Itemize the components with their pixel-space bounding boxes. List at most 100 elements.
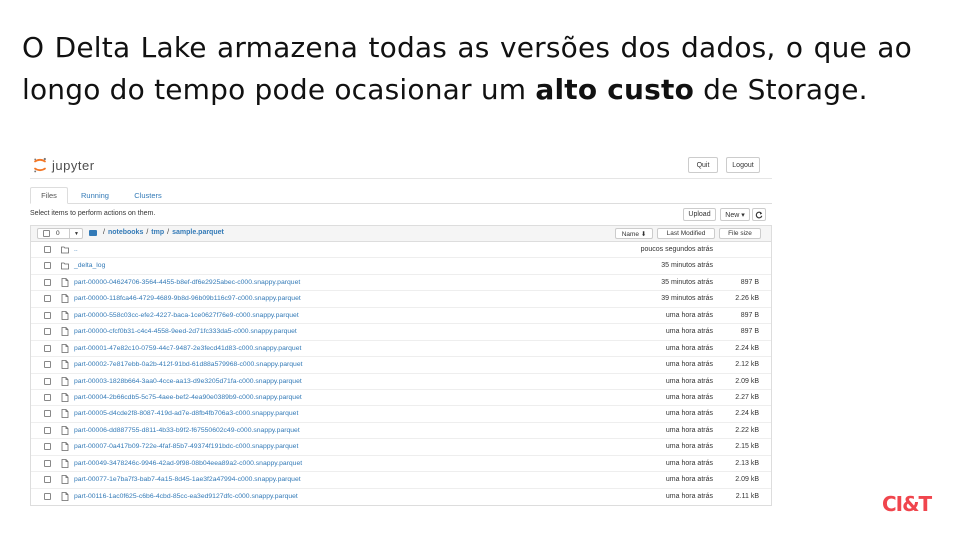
list-item[interactable]: part-00116-1ac0f625-c6b6-4cbd-85cc-ea3ed… [31,489,771,505]
header-divider [30,178,772,179]
list-item[interactable]: part-00000-04624706-3564-4455-b8ef-df6e2… [31,275,771,292]
row-checkbox[interactable] [44,410,51,418]
folder-icon[interactable] [89,229,97,236]
file-size: 2.15 kB [735,443,759,451]
row-checkbox[interactable] [44,246,51,253]
row-checkbox[interactable] [44,459,51,467]
file-icon [61,327,69,337]
file-modified: uma hora atrás [665,443,713,451]
row-checkbox[interactable] [44,328,51,336]
file-name-link[interactable]: .. [74,242,78,258]
file-name-link[interactable]: part-00000-cfcf0b31-c4c4-4558-9eed-2d71f… [74,324,297,340]
file-icon [61,343,69,353]
sort-by-size-button[interactable]: File size [719,228,761,239]
row-checkbox[interactable] [44,492,51,500]
jupyter-screenshot: jupyter Quit Logout Files Running Cluste… [30,152,772,512]
list-item[interactable]: part-00006-dd887755-d811-4b33-b9f2-f6755… [31,423,771,440]
file-icon [61,360,69,369]
row-checkbox[interactable] [44,344,51,352]
select-all-checkbox[interactable] [43,230,50,237]
file-name-link[interactable]: part-00002-7e817ebb-0a2b-412f-91bd-61d88… [74,357,303,373]
select-hint: Select items to perform actions on them. [30,210,156,217]
file-size: 2.12 kB [735,361,759,369]
sort-by-modified-button[interactable]: Last Modified [657,228,715,239]
breadcrumb-notebooks[interactable]: notebooks [108,229,143,236]
file-name-link[interactable]: part-00000-558c03cc-efe2-4227-baca-1ce06… [74,308,299,324]
jupyter-header: jupyter Quit Logout [30,152,772,178]
list-item[interactable]: part-00001-47e82c10-0759-44c7-9487-2e3fe… [31,341,771,358]
file-name-link[interactable]: part-00116-1ac0f625-c6b6-4cbd-85cc-ea3ed… [74,489,298,505]
list-item[interactable]: part-00049-3478246c-9946-42ad-9f98-08b04… [31,456,771,473]
jupyter-logo-text: jupyter [52,157,95,173]
file-name-link[interactable]: part-00007-0a417b09-722e-4faf-85b7-49374… [74,439,298,455]
upload-button[interactable]: Upload [683,208,716,221]
file-modified: 39 minutos atrás [661,295,713,303]
file-name-link[interactable]: part-00049-3478246c-9946-42ad-9f98-08b04… [74,456,302,472]
row-checkbox[interactable] [44,278,51,286]
file-name-link[interactable]: part-00000-118fca46-4729-4689-9b8d-96b09… [74,291,301,307]
list-item[interactable]: part-00000-118fca46-4729-4689-9b8d-96b09… [31,291,771,308]
file-modified: uma hora atrás [665,377,713,385]
file-size: 897 B [740,278,759,286]
file-name-link[interactable]: part-00001-47e82c10-0759-44c7-9487-2e3fe… [74,341,301,357]
folder-icon [61,263,69,270]
file-modified: uma hora atrás [665,393,713,401]
select-all-group[interactable]: 0 ▼ [37,228,83,239]
file-modified: 35 minutos atrás [661,278,713,286]
quit-button[interactable]: Quit [688,157,718,173]
breadcrumb-separator: / [167,229,170,236]
file-name-link[interactable]: _delta_log [74,258,105,274]
file-name-link[interactable]: part-00006-dd887755-d811-4b33-b9f2-f6755… [74,423,300,439]
breadcrumb-tmp[interactable]: tmp [151,229,164,236]
row-checkbox[interactable] [44,262,51,270]
tab-running[interactable]: Running [75,187,115,204]
row-checkbox[interactable] [44,311,51,319]
list-item[interactable]: part-00003-1828b664-3aa0-4cce-aa13-d9e32… [31,374,771,390]
file-icon [61,277,69,287]
file-icon [61,442,69,452]
breadcrumb-separator: / [103,229,105,236]
tab-files[interactable]: Files [30,187,68,204]
file-size: 897 B [740,328,759,336]
sort-by-name-button[interactable]: Name ⬇ [615,228,653,239]
row-checkbox[interactable] [44,393,51,401]
row-checkbox[interactable] [44,476,51,484]
jupyter-tabs: Files Running Clusters [30,187,772,204]
row-checkbox[interactable] [44,377,51,385]
file-rows: .. poucos segundos atrás _delta_log 35 minu… [31,242,771,505]
file-name-link[interactable]: part-00004-2b66cdb5-5c75-4aee-bef2-4ea90… [74,390,302,406]
breadcrumb-separator: / [146,229,149,236]
file-modified: uma hora atrás [665,476,713,484]
row-checkbox[interactable] [44,295,51,303]
list-item[interactable]: part-00077-1e7ba7f3-bab7-4a15-8d45-1ae3f… [31,472,771,489]
list-item[interactable]: part-00007-0a417b09-722e-4faf-85b7-49374… [31,439,771,456]
list-item[interactable]: part-00000-558c03cc-efe2-4227-baca-1ce06… [31,308,771,325]
file-name-link[interactable]: part-00000-04624706-3564-4455-b8ef-df6e2… [74,275,300,291]
logout-button[interactable]: Logout [726,157,760,173]
jupyter-logo[interactable]: jupyter [32,156,95,174]
refresh-icon[interactable] [752,208,766,221]
list-item[interactable]: part-00005-d4cde2f8-8087-419d-ad7e-d8fb4… [31,406,771,423]
file-name-link[interactable]: part-00005-d4cde2f8-8087-419d-ad7e-d8fb4… [74,406,298,422]
file-modified: uma hora atrás [665,344,713,352]
new-button[interactable]: New ▾ [720,208,750,221]
list-item[interactable]: .. poucos segundos atrás [31,242,771,259]
file-name-link[interactable]: part-00003-1828b664-3aa0-4cce-aa13-d9e32… [74,374,302,390]
breadcrumb-sample-parquet[interactable]: sample.parquet [172,229,224,236]
file-modified: uma hora atrás [665,459,713,467]
file-size: 2.24 kB [735,410,759,418]
file-icon [61,491,69,501]
row-checkbox[interactable] [44,361,51,369]
list-item[interactable]: part-00002-7e817ebb-0a2b-412f-91bd-61d88… [31,357,771,374]
select-dropdown-icon[interactable]: ▼ [69,229,83,239]
file-modified: uma hora atrás [665,492,713,500]
tab-clusters[interactable]: Clusters [128,187,168,204]
list-item[interactable]: part-00004-2b66cdb5-5c75-4aee-bef2-4ea90… [31,390,771,407]
list-item[interactable]: _delta_log 35 minutos atrás [31,258,771,275]
file-name-link[interactable]: part-00077-1e7ba7f3-bab7-4a15-8d45-1ae3f… [74,472,301,488]
list-item[interactable]: part-00000-cfcf0b31-c4c4-4558-9eed-2d71f… [31,324,771,341]
file-size: 897 B [740,311,759,319]
row-checkbox[interactable] [44,426,51,434]
row-checkbox[interactable] [44,443,51,451]
file-size: 2.24 kB [735,344,759,352]
